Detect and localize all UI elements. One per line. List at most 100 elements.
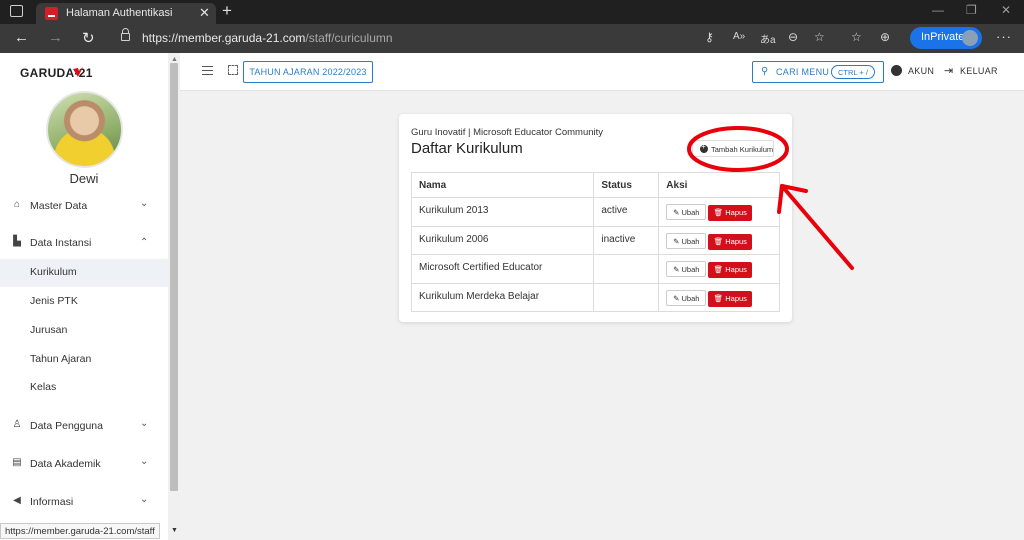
- edit-label: Ubah: [681, 265, 700, 274]
- address-bar[interactable]: https://member.garuda-21.com/staff/curic…: [142, 31, 393, 45]
- menu-toggle-icon[interactable]: [202, 66, 213, 75]
- sidebar-item-label: Informasi: [30, 496, 74, 508]
- column-header-actions: Aksi: [658, 172, 780, 198]
- edit-label: Ubah: [681, 208, 700, 217]
- account-icon[interactable]: [891, 65, 902, 76]
- curriculum-card: Guru Inovatif | Microsoft Educator Commu…: [399, 114, 792, 322]
- sidebar: GARUDA-21 Dewi ⌂ Master Data ⌄ ▙ Data In…: [0, 53, 168, 540]
- sidebar-item-jenis-ptk[interactable]: Jenis PTK: [0, 288, 168, 316]
- curriculum-name: Kurikulum 2006: [410, 225, 595, 255]
- search-icon: ⚲: [761, 66, 769, 77]
- user-icon: ♙: [12, 419, 22, 430]
- logout-icon[interactable]: ⇥: [944, 64, 953, 77]
- close-window-icon[interactable]: ✕: [1001, 3, 1011, 17]
- delete-button[interactable]: 🗑 Hapus: [708, 290, 753, 307]
- edit-button[interactable]: ✎ Ubah: [666, 289, 707, 306]
- sidebar-item-data-pengguna[interactable]: ♙ Data Pengguna ⌄: [0, 413, 168, 441]
- browser-window: Halaman Authentikasi ✕ + — ❐ ✕ ← → ↻ htt…: [0, 0, 1024, 540]
- tab-actions-icon[interactable]: [10, 5, 23, 17]
- sidebar-item-kurikulum[interactable]: Kurikulum: [0, 259, 168, 287]
- shortcut-badge: CTRL + /: [831, 65, 875, 79]
- sidebar-item-data-instansi[interactable]: ▙ Data Instansi ⌃: [0, 230, 168, 258]
- sidebar-item-label: Kelas: [30, 381, 57, 393]
- table-header-row: Nama Status Aksi: [410, 172, 780, 198]
- megaphone-icon: ◀: [13, 495, 21, 506]
- edit-button[interactable]: ✎ Ubah: [666, 261, 707, 277]
- row-actions: ✎ Ubah 🗑 Hapus: [658, 197, 780, 227]
- chevron-down-icon: ⌄: [140, 198, 149, 209]
- profile-avatar: [962, 30, 978, 46]
- sidebar-item-label: Data Instansi: [30, 237, 92, 249]
- new-tab-icon[interactable]: +: [222, 1, 232, 21]
- table-row: Kurikulum Merdeka Belajar ✎ Ubah 🗑 Hapus: [410, 282, 780, 312]
- scroll-down-icon[interactable]: ▼: [171, 527, 178, 534]
- sidebar-item-jurusan[interactable]: Jurusan: [0, 317, 168, 345]
- edit-button[interactable]: ✎ Ubah: [666, 204, 707, 220]
- sidebar-item-tahun-ajaran[interactable]: Tahun Ajaran: [0, 346, 168, 374]
- key-icon[interactable]: ⚷: [705, 30, 714, 44]
- sidebar-item-label: Data Pengguna: [30, 420, 103, 432]
- sidebar-item-label: Tahun Ajaran: [30, 353, 92, 365]
- collections-icon[interactable]: ⊕: [880, 30, 890, 44]
- edit-button[interactable]: ✎ Ubah: [666, 232, 707, 249]
- curriculum-table: Nama Status Aksi Kurikulum 2013 active ✎…: [410, 172, 780, 312]
- lock-icon[interactable]: [121, 28, 130, 41]
- minimize-icon[interactable]: —: [932, 3, 944, 17]
- sidebar-item-master-data[interactable]: ⌂ Master Data ⌄: [0, 193, 168, 221]
- curriculum-status: active: [593, 197, 660, 227]
- book-icon: ▤: [12, 457, 22, 468]
- row-actions: ✎ Ubah 🗑 Hapus: [658, 225, 780, 255]
- browser-tab[interactable]: Halaman Authentikasi ✕: [36, 3, 216, 24]
- back-icon[interactable]: ←: [14, 29, 29, 46]
- delete-label: Hapus: [725, 265, 747, 274]
- curriculum-name: Microsoft Certified Educator: [410, 254, 595, 284]
- sidebar-item-informasi[interactable]: ◀ Informasi ⌄: [0, 489, 168, 517]
- refresh-icon[interactable]: ↻: [82, 29, 95, 47]
- edit-label: Ubah: [681, 236, 700, 246]
- close-tab-icon[interactable]: ✕: [199, 5, 210, 21]
- account-link[interactable]: AKUN: [908, 66, 934, 76]
- building-icon: ▙: [13, 236, 21, 247]
- delete-label: Hapus: [725, 208, 747, 217]
- sidebar-item-data-akademik[interactable]: ▤ Data Akademik ⌄: [0, 451, 168, 479]
- add-curriculum-button[interactable]: Tambah Kurikulum: [692, 140, 774, 157]
- column-header-status: Status: [593, 172, 660, 198]
- delete-button[interactable]: 🗑 Hapus: [708, 262, 753, 278]
- inprivate-badge[interactable]: InPrivate: [910, 27, 982, 49]
- inprivate-label: InPrivate: [921, 31, 965, 43]
- garuda-logo-icon: [73, 67, 83, 77]
- fullscreen-icon[interactable]: [228, 65, 238, 75]
- delete-button[interactable]: 🗑 Hapus: [708, 233, 753, 250]
- sidebar-item-label: Kurikulum: [30, 266, 77, 278]
- table-row: Microsoft Certified Educator ✎ Ubah 🗑 Hap…: [410, 254, 780, 284]
- row-actions: ✎ Ubah 🗑 Hapus: [658, 282, 780, 312]
- search-menu-label: CARI MENU: [776, 67, 830, 77]
- url-path: /staff/curiculumn: [305, 31, 393, 45]
- edit-label: Ubah: [681, 293, 700, 303]
- chevron-down-icon: ⌄: [140, 456, 149, 467]
- search-menu-button[interactable]: ⚲ CARI MENU CTRL + /: [752, 61, 884, 83]
- favorite-add-icon[interactable]: ☆: [814, 30, 825, 44]
- scrollbar-thumb[interactable]: [170, 63, 178, 491]
- top-bar: TAHUN AJARAN 2022/2023 ⚲ CARI MENU CTRL …: [180, 53, 1024, 91]
- user-name: Dewi: [69, 171, 99, 186]
- home-icon: ⌂: [13, 199, 21, 210]
- table-row: Kurikulum 2013 active ✎ Ubah 🗑 Hapus: [410, 197, 780, 227]
- read-aloud-icon[interactable]: A»: [733, 31, 745, 42]
- academic-year-button[interactable]: TAHUN AJARAN 2022/2023: [243, 61, 373, 83]
- more-icon[interactable]: ···: [996, 29, 1012, 44]
- curriculum-status: [593, 282, 660, 312]
- sidebar-item-kelas[interactable]: Kelas: [0, 374, 168, 402]
- forward-icon[interactable]: →: [48, 29, 63, 46]
- chevron-down-icon: ⌄: [140, 494, 149, 505]
- restore-icon[interactable]: ❐: [966, 3, 977, 17]
- plus-circle-icon: [700, 142, 708, 153]
- delete-button[interactable]: 🗑 Hapus: [708, 205, 753, 221]
- translate-icon[interactable]: あa: [760, 31, 776, 46]
- url-host: https://member.garuda-21.com: [142, 31, 306, 45]
- user-avatar: [46, 91, 123, 168]
- zoom-icon[interactable]: ⊖: [788, 30, 798, 44]
- favorites-icon[interactable]: ☆: [851, 30, 862, 44]
- logout-link[interactable]: KELUAR: [960, 66, 998, 76]
- scroll-up-icon[interactable]: ▲: [171, 56, 178, 63]
